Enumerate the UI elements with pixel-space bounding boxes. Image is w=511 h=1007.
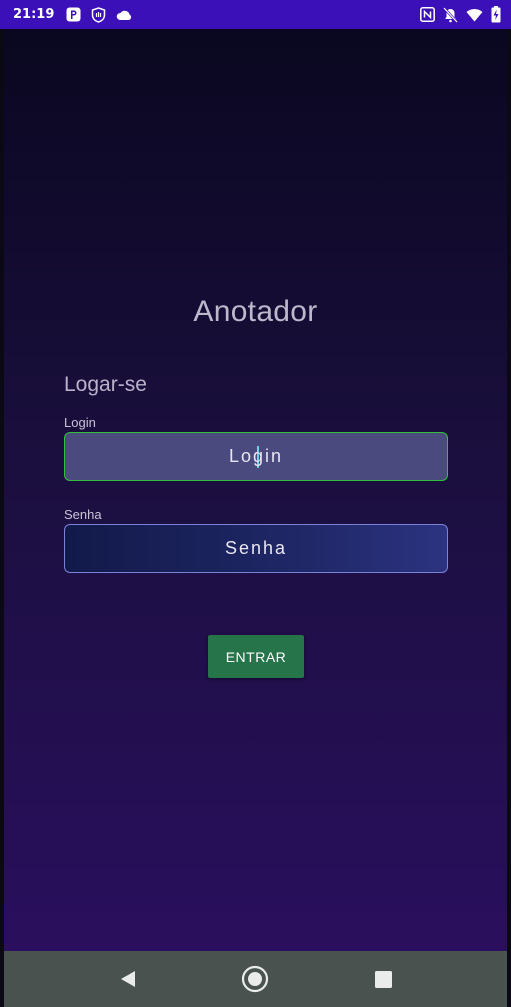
app-content: Anotador Logar-se Login Login Senha Senh… xyxy=(4,29,507,951)
parking-icon xyxy=(66,7,81,22)
section-heading: Logar-se xyxy=(64,373,147,396)
wifi-icon xyxy=(466,8,483,22)
muted-bell-icon xyxy=(443,6,458,23)
senha-input-text: Senha xyxy=(224,538,288,558)
login-input-text: Login xyxy=(228,446,284,466)
senha-label: Senha xyxy=(64,507,102,522)
recents-icon[interactable] xyxy=(363,959,403,999)
back-icon[interactable] xyxy=(108,959,148,999)
navigation-bar xyxy=(4,951,507,1007)
senha-input[interactable]: Senha xyxy=(64,524,448,573)
status-bar: 21:19 xyxy=(0,0,511,29)
app-title: Anotador xyxy=(193,295,318,328)
cloud-icon xyxy=(116,9,133,21)
screen-edge-right xyxy=(507,29,511,1007)
status-right-icons xyxy=(420,6,501,23)
battery-charging-icon xyxy=(491,6,501,23)
home-icon[interactable] xyxy=(235,959,275,999)
nfc-icon xyxy=(420,7,435,22)
phone-screen: 21:19 Anotador Logar-se Login Login Senh… xyxy=(0,0,511,1007)
shield-hand-icon xyxy=(91,6,106,23)
login-input[interactable]: Login xyxy=(64,432,448,481)
status-left-icons xyxy=(66,6,133,23)
login-label: Login xyxy=(64,415,96,430)
status-time: 21:19 xyxy=(13,7,55,22)
enter-button[interactable]: ENTRAR xyxy=(208,635,304,678)
